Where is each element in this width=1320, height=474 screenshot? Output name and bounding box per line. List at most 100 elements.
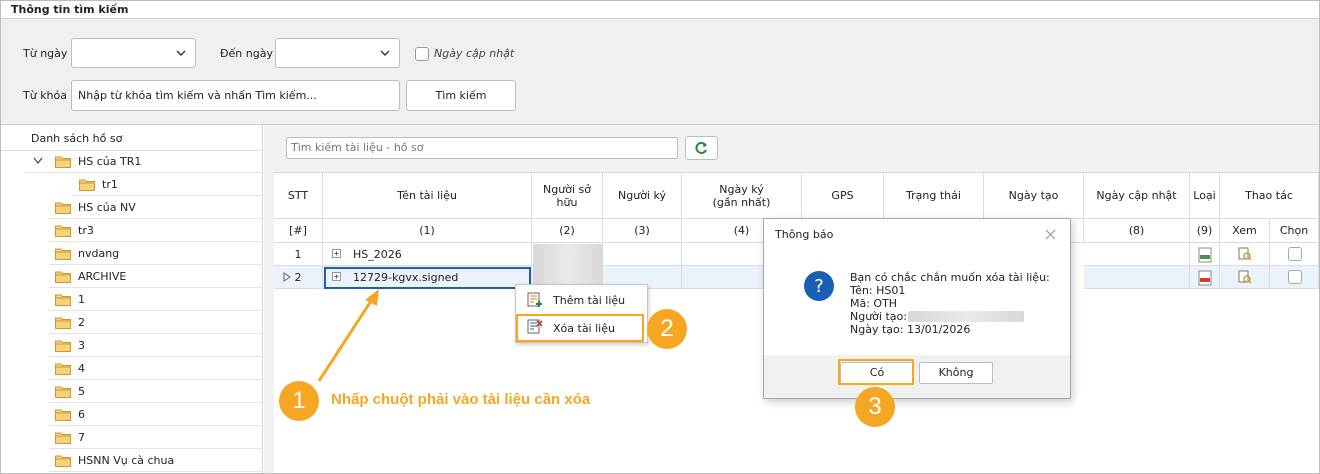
tree-item-label: ARCHIVE xyxy=(78,270,127,283)
view-icon[interactable] xyxy=(1238,247,1252,262)
tree-item[interactable]: 7 xyxy=(49,427,263,449)
arrow-annotation xyxy=(317,289,379,382)
no-button[interactable]: Không xyxy=(919,362,993,384)
folder-icon xyxy=(55,409,71,421)
tree-gutter xyxy=(1,151,23,473)
creator-redacted xyxy=(908,311,1024,322)
col-signed-date: Ngày ký (gần nhất) xyxy=(682,173,802,219)
from-date-combo[interactable] xyxy=(71,38,196,68)
svg-text:?: ? xyxy=(814,276,824,297)
dialog-title: Thông báo xyxy=(775,228,834,241)
tree-title: Danh sách hồ sơ xyxy=(31,132,123,145)
pdf-file-icon xyxy=(1198,270,1212,286)
idx-signer: (3) xyxy=(603,219,682,243)
idx-name: (1) xyxy=(323,219,532,243)
tree-item[interactable]: tr3 xyxy=(49,220,263,242)
col-owner: Người sở hữu xyxy=(532,173,603,219)
expand-icon[interactable] xyxy=(332,249,342,259)
idx-type: (9) xyxy=(1190,219,1220,243)
folder-icon xyxy=(55,455,71,467)
yes-highlight-frame xyxy=(838,359,914,385)
document-search-input[interactable]: Tìm kiếm tài liệu - hồ sơ xyxy=(286,137,678,159)
from-date-label: Từ ngày xyxy=(23,47,68,60)
folder-icon xyxy=(55,363,71,375)
chevron-down-icon xyxy=(176,50,186,56)
tree-item[interactable]: HS của TR1 xyxy=(25,151,263,173)
search-info-header: Thông tin tìm kiếm xyxy=(1,1,1319,19)
tree-item[interactable]: 4 xyxy=(49,358,263,380)
dialog-created-date: Ngày tạo: 13/01/2026 xyxy=(850,323,971,336)
folder-icon xyxy=(55,317,71,329)
question-icon: ? xyxy=(804,271,834,301)
update-date-checkbox[interactable] xyxy=(415,47,429,61)
tree-item[interactable]: 1 xyxy=(49,289,263,311)
col-gps: GPS xyxy=(802,173,884,219)
tree-item-label: 6 xyxy=(78,408,85,421)
menu-item-add-document[interactable]: Thêm tài liệu xyxy=(516,287,649,314)
idx-updated: (8) xyxy=(1084,219,1190,243)
tree-item-label: HS của TR1 xyxy=(78,155,142,168)
action-view-header: Xem xyxy=(1220,219,1270,243)
tree-item-label: 7 xyxy=(78,431,85,444)
keyword-label: Từ khóa xyxy=(23,89,67,102)
document-file-icon xyxy=(1198,247,1212,263)
tree-item[interactable]: 5 xyxy=(49,381,263,403)
dialog-body: ? Bạn có chắc chắn muốn xóa tài liệu: Tê… xyxy=(764,249,1070,355)
tree-item-label: tr1 xyxy=(102,178,118,191)
col-status: Trạng thái xyxy=(884,173,984,219)
delete-highlight-frame xyxy=(516,314,644,342)
view-icon[interactable] xyxy=(1238,270,1252,285)
row1-stt: 1 xyxy=(274,243,323,266)
folder-icon xyxy=(79,179,95,191)
to-date-combo[interactable] xyxy=(275,38,400,68)
menu-add-label: Thêm tài liệu xyxy=(553,294,626,307)
col-actions: Thao tác xyxy=(1220,173,1319,219)
tree-item[interactable]: HSNN Vụ cà chua xyxy=(49,450,263,472)
col-signer: Người ký xyxy=(603,173,682,219)
close-icon[interactable] xyxy=(1045,229,1056,240)
tree-item[interactable]: 2 xyxy=(49,312,263,334)
row-pointer-icon xyxy=(283,272,291,282)
tree-item[interactable]: 3 xyxy=(49,335,263,357)
row2-updated xyxy=(1084,266,1190,289)
tree-item[interactable]: ARCHIVE xyxy=(49,266,263,288)
chevron-down-icon[interactable] xyxy=(33,157,43,165)
update-date-label: Ngày cập nhật xyxy=(434,47,515,60)
tree-item[interactable]: HS của NV xyxy=(49,197,263,219)
action-select-header: Chọn xyxy=(1270,219,1319,243)
tree-item[interactable]: tr1 xyxy=(73,174,263,196)
row1-signer xyxy=(603,243,682,266)
tree-item-label: 2 xyxy=(78,316,85,329)
search-info-title: Thông tin tìm kiếm xyxy=(11,3,129,16)
col-updated: Ngày cập nhật xyxy=(1084,173,1190,219)
refresh-button[interactable] xyxy=(685,136,718,160)
dialog-doc-code: Mã: OTH xyxy=(850,297,898,310)
tree-item-label: nvdang xyxy=(78,247,120,260)
callout-text: Nhấp chuột phải vào tài liệu cần xóa xyxy=(331,391,591,408)
idx-owner: (2) xyxy=(532,219,603,243)
search-button[interactable]: Tìm kiếm xyxy=(406,80,516,111)
step-2-badge: 2 xyxy=(647,309,687,349)
col-stt: STT xyxy=(274,173,323,219)
dialog-creator: Người tạo: xyxy=(850,310,907,323)
row1-name[interactable]: HS_2026 xyxy=(323,243,532,266)
search-filter-panel: Từ ngày Đến ngày Ngày cập nhật Từ khóa N… xyxy=(1,19,1319,125)
col-name: Tên tài liệu xyxy=(323,173,532,219)
to-date-label: Đến ngày xyxy=(220,47,273,60)
keyword-input[interactable]: Nhập từ khóa tìm kiếm và nhấn Tìm kiếm..… xyxy=(71,80,400,111)
select-checkbox[interactable] xyxy=(1288,270,1302,284)
col-type: Loại xyxy=(1190,173,1220,219)
record-tree-panel: Danh sách hồ sơ HS của TR1 tr1 HS của NV tr… xyxy=(1,125,263,473)
select-checkbox[interactable] xyxy=(1288,247,1302,261)
tree-item[interactable]: 6 xyxy=(49,404,263,426)
folder-icon xyxy=(55,225,71,237)
chevron-down-icon xyxy=(380,50,390,56)
add-document-icon xyxy=(527,292,542,307)
dialog-header: Thông báo xyxy=(764,219,1070,249)
folder-icon xyxy=(55,340,71,352)
tree-item[interactable]: nvdang xyxy=(49,243,263,265)
step-3-badge: 3 xyxy=(855,387,895,427)
tree-item-label: 5 xyxy=(78,385,85,398)
tree-item-label: HSNN Vụ cà chua xyxy=(78,454,175,467)
folder-icon xyxy=(55,248,71,260)
